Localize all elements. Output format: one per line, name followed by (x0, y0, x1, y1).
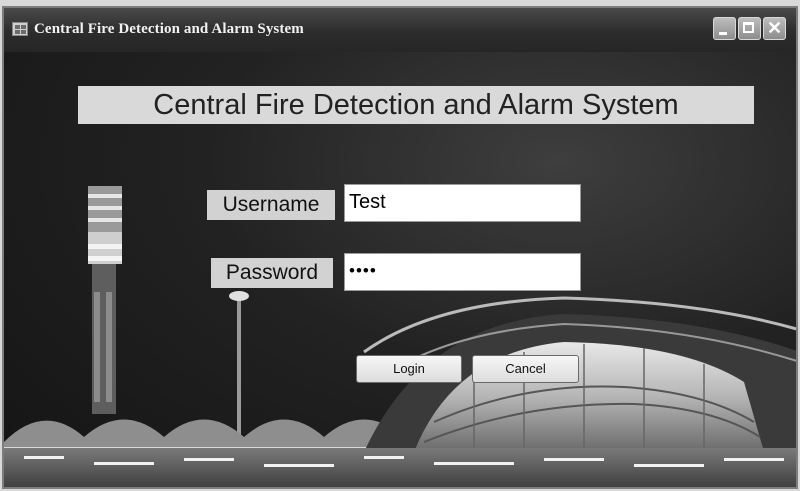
close-button[interactable]: ✕ (763, 17, 786, 40)
page-heading: Central Fire Detection and Alarm System (78, 86, 754, 124)
title-bar[interactable]: Central Fire Detection and Alarm System … (4, 8, 796, 53)
control-tower (88, 186, 122, 414)
minimize-button[interactable] (713, 17, 736, 40)
close-icon: ✕ (766, 18, 783, 38)
ground (4, 448, 796, 487)
password-label: Password (211, 258, 333, 288)
login-button[interactable]: Login (356, 355, 462, 383)
app-icon[interactable] (12, 22, 28, 36)
cancel-button[interactable]: Cancel (472, 355, 579, 383)
username-input[interactable]: Test (344, 184, 581, 222)
password-input[interactable]: •••• (344, 253, 581, 291)
username-label: Username (207, 190, 335, 220)
airport-background-image: Central Fire Detection and Alarm System … (4, 52, 796, 487)
login-window: Central Fire Detection and Alarm System … (2, 6, 798, 489)
window-title: Central Fire Detection and Alarm System (34, 21, 304, 37)
maximize-button[interactable] (738, 17, 761, 40)
